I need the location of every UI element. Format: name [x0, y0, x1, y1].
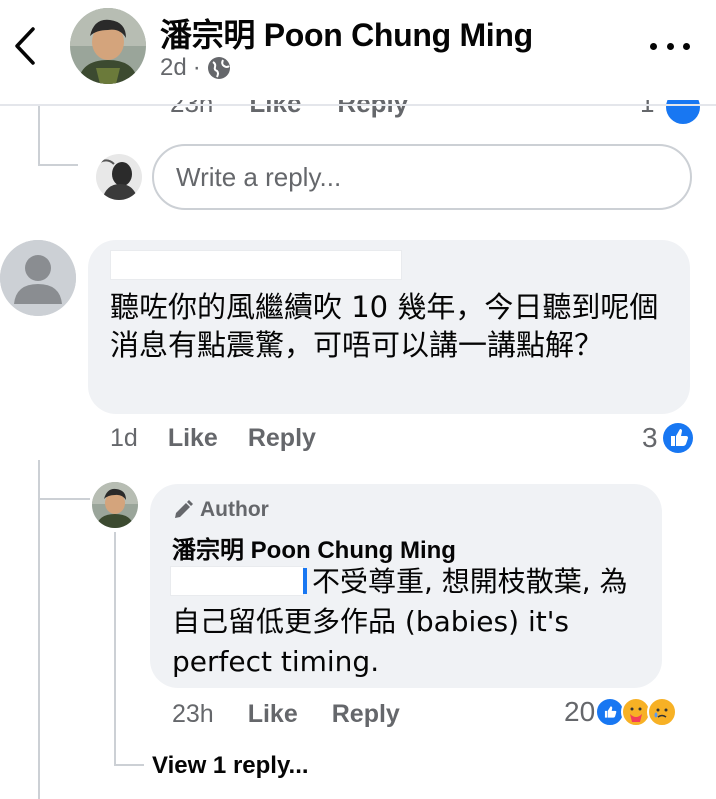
commenter-avatar[interactable]: [0, 240, 76, 316]
pencil-icon: [175, 500, 193, 518]
back-button[interactable]: [8, 26, 42, 66]
comment-time[interactable]: 1d: [110, 424, 138, 453]
comment-reaction-count: 3: [642, 422, 658, 453]
reply-placeholder: Write a reply...: [176, 161, 342, 192]
reply-reactions[interactable]: 20: [564, 696, 678, 728]
redacted-commenter-name: [110, 250, 402, 280]
view-replies-link[interactable]: View 1 reply...: [152, 752, 309, 780]
reply-author-name[interactable]: 潘宗明 Poon Chung Ming: [172, 530, 456, 565]
write-reply-input[interactable]: Write a reply...: [152, 144, 692, 210]
more-dot-icon: [683, 42, 690, 50]
comment-text: 聽咗你的風繼續吹 10 幾年，今日聽到呢個消息有點震驚，可唔可以講一講點解？: [110, 290, 659, 362]
reply-reply-button[interactable]: Reply: [332, 700, 400, 729]
reply-time[interactable]: 23h: [172, 700, 214, 729]
thread-line: [114, 532, 116, 764]
reply-like-button[interactable]: Like: [248, 700, 298, 729]
author-badge-label: Author: [200, 498, 269, 521]
like-reaction-icon: [662, 423, 693, 453]
more-dot-icon: [650, 42, 657, 50]
reply-author-avatar[interactable]: [92, 482, 138, 528]
reply-text: 不受尊重, 想開枝散葉, 為自己留低更多作品 (babies) it's per…: [172, 565, 628, 678]
header-divider: [0, 104, 716, 106]
more-options-button[interactable]: [650, 34, 690, 58]
author-badge: Author: [172, 498, 269, 522]
reply-actions: 23h Like Reply: [172, 700, 400, 729]
reply-reaction-count: 20: [564, 696, 596, 727]
chevron-left-icon: [15, 27, 35, 65]
author-name[interactable]: 潘宗明 Poon Chung Ming: [160, 10, 533, 56]
thread-connector: [38, 164, 78, 166]
post-meta: 2d ·: [160, 54, 231, 82]
comment-like-button[interactable]: Like: [168, 424, 218, 453]
author-avatar[interactable]: [70, 8, 146, 84]
thread-line: [38, 106, 40, 166]
comment-reactions[interactable]: 3: [642, 422, 694, 454]
post-time[interactable]: 2d: [160, 54, 187, 82]
thread-connector: [114, 764, 144, 766]
sad-reaction-icon: [647, 697, 678, 727]
comment-actions: 1d Like Reply: [110, 424, 316, 453]
thread-line: [38, 500, 40, 799]
current-user-avatar: [96, 154, 142, 200]
comment-reply-button[interactable]: Reply: [248, 424, 316, 453]
thread-line: [38, 460, 40, 500]
more-dot-icon: [666, 42, 674, 50]
post-header: 潘宗明 Poon Chung Ming 2d ·: [0, 0, 716, 100]
thread-connector: [38, 498, 90, 500]
meta-separator: ·: [192, 54, 201, 81]
globe-icon: [207, 57, 230, 79]
